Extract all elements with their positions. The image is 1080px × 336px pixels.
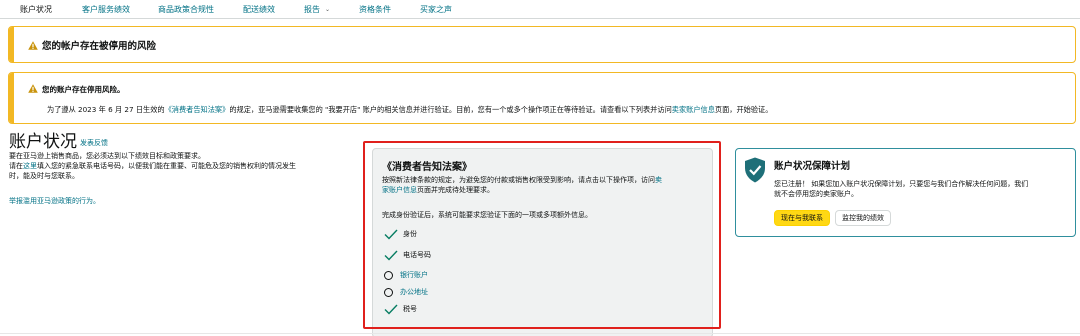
seller-account-info-link[interactable]: 卖家账户信息 [672, 105, 715, 114]
performance-tabs: 账户状况 客户服务绩效 商品政策合规性 配送绩效 报告 ⌄ 资格条件 买家之声 [0, 0, 1080, 19]
alert-title-text: 您的帐户存在被停用的风险 [42, 41, 157, 52]
contact-me-button[interactable]: 现在与我联系 [774, 210, 830, 226]
verification-alert: 您的账户存在停用风险。 为了遵从 2023 年 6 月 27 日生效的《消费者告… [8, 72, 1076, 124]
description-line: 您已注册！ 如果您加入账户状况保障计划，只要您与我们合作解决任何问题，我们 [774, 180, 1029, 188]
emergency-contact-link[interactable]: 这里 [23, 162, 37, 170]
shield-check-icon [744, 157, 766, 183]
tab-account-health[interactable]: 账户状况 [20, 4, 52, 15]
chevron-down-icon: ⌄ [325, 6, 331, 13]
warning-icon [28, 84, 38, 93]
alert-body-prefix: 为了遵从 2023 年 6 月 27 日生效的 [47, 105, 165, 114]
card-title: 账户状况保障计划 [774, 161, 851, 172]
account-health-description: 要在亚马逊上销售商品，您必须达到以下绩效目标和政策要求。 请在这里填入您的紧急联… [9, 151, 354, 181]
tab-reports-label: 报告 [304, 5, 320, 14]
tab-policy-compliance[interactable]: 商品政策合规性 [158, 4, 214, 15]
divider [0, 333, 1080, 334]
card-description: 您已注册！ 如果您加入账户状况保障计划，只要您与我们合作解决任何问题，我们 就不… [774, 179, 1028, 199]
tab-customer-service[interactable]: 客户服务绩效 [82, 4, 130, 15]
consumer-act-link[interactable]: 《消费者告知法案》 [165, 105, 230, 114]
alert-body-middle: 的规定，亚马逊需要收集您的 "我要开店" 账户的相关信息并进行验证。目前，您有一… [229, 105, 672, 114]
report-abuse-link[interactable]: 举报滥用亚马逊政策的行为。 [9, 196, 100, 206]
alert-title: 您的帐户存在被停用的风险 [28, 38, 156, 52]
tab-buyer-voice[interactable]: 买家之声 [420, 4, 452, 15]
line-suffix: 填入您的紧急联系电话号码，以便我们能在重要、可能危及您的销售权利的情况发生 [37, 162, 296, 170]
line-prefix: 请在 [9, 162, 23, 170]
tab-reports[interactable]: 报告 ⌄ [304, 4, 330, 15]
alert-body: 为了遵从 2023 年 6 月 27 日生效的《消费者告知法案》的规定，亚马逊需… [47, 105, 772, 115]
alert-title-text: 您的账户存在停用风险。 [42, 85, 125, 94]
warning-icon [28, 41, 38, 50]
description-line: 要在亚马逊上销售商品，您必须达到以下绩效目标和政策要求。 [9, 152, 205, 160]
alert-accent-bar [9, 73, 14, 123]
alert-accent-bar [9, 27, 14, 62]
alert-title: 您的账户存在停用风险。 [28, 84, 125, 95]
monitor-performance-button[interactable]: 监控我的绩效 [835, 210, 891, 226]
page-title: 账户状况 [9, 132, 77, 152]
highlight-frame [363, 141, 721, 329]
protection-plan-card: 账户状况保障计划 您已注册！ 如果您加入账户状况保障计划，只要您与我们合作解决任… [735, 148, 1076, 237]
description-line: 请在这里填入您的紧急联系电话号码，以便我们能在重要、可能危及您的销售权利的情况发… [9, 161, 354, 171]
feedback-link[interactable]: 发表反馈 [80, 138, 108, 148]
tab-shipping[interactable]: 配送绩效 [243, 4, 275, 15]
description-line: 时，能及时与您联系。 [9, 172, 79, 180]
description-line: 就不会停用您的卖家账户。 [774, 190, 858, 198]
tab-eligibility[interactable]: 资格条件 [359, 4, 391, 15]
alert-body-suffix: 页面，开始验证。 [714, 105, 773, 114]
deactivation-risk-alert: 您的帐户存在被停用的风险 [8, 26, 1076, 63]
